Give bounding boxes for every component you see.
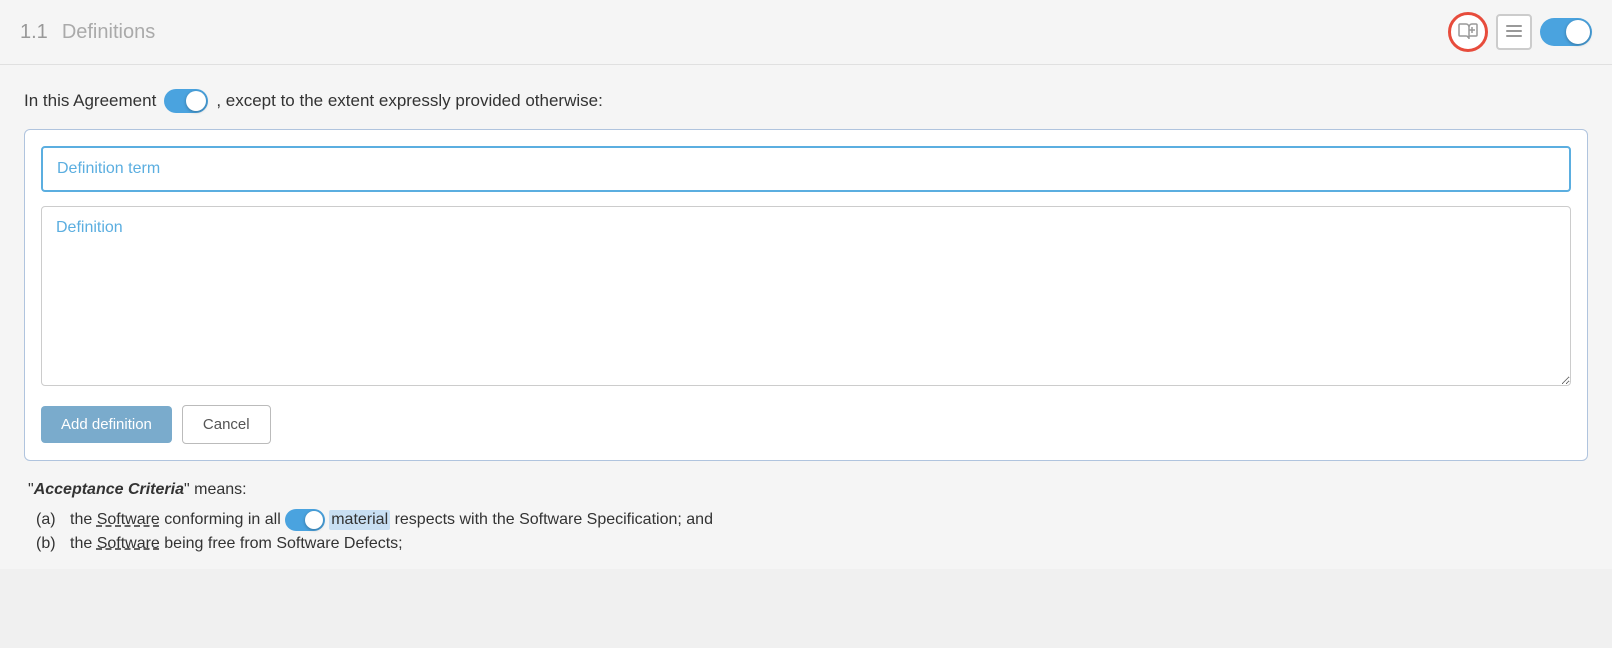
cancel-button[interactable]: Cancel (182, 405, 271, 444)
software-link-a: Software (97, 511, 160, 528)
means-text: " means: (184, 481, 247, 498)
intro-toggle[interactable] (164, 89, 208, 113)
software-link-b: Software (97, 535, 160, 552)
definition-term-input[interactable] (41, 146, 1571, 192)
section-header: 1.1 Definitions (0, 0, 1612, 65)
definition-sub-b: (b) the Software being free from Softwar… (28, 535, 1584, 553)
sub-label-a: (a) (36, 511, 56, 529)
form-buttons: Add definition Cancel (41, 405, 1571, 444)
section-number-title: 1.1 Definitions (20, 21, 155, 44)
list-icon-button[interactable] (1496, 14, 1532, 50)
definitions-content: "Acceptance Criteria" means: (a) the Sof… (24, 481, 1588, 553)
sub-label-b: (b) (36, 535, 56, 553)
section-title: Definitions (62, 21, 155, 44)
intro-text-before: In this Agreement (24, 91, 156, 111)
sub-text-b: the Software being free from Software De… (70, 535, 403, 553)
definition-form-box: Add definition Cancel (24, 129, 1588, 461)
definition-term: Acceptance Criteria (34, 481, 184, 498)
definition-entry: "Acceptance Criteria" means: (28, 481, 1584, 499)
header-toggle[interactable] (1540, 18, 1592, 46)
material-word: material (329, 510, 390, 530)
definition-sub-a: (a) the Software conforming in all mater… (28, 509, 1584, 531)
add-definition-button[interactable]: Add definition (41, 406, 172, 443)
page-container: 1.1 Definitions (0, 0, 1612, 569)
definition-text-area[interactable] (41, 206, 1571, 386)
sub-text-a: the Software conforming in all material … (70, 509, 713, 531)
add-to-book-icon-button[interactable] (1448, 12, 1488, 52)
main-content: In this Agreement , except to the extent… (0, 65, 1612, 569)
intro-text-after: , except to the extent expressly provide… (216, 91, 602, 111)
header-icons (1448, 12, 1592, 52)
material-toggle[interactable] (285, 509, 325, 531)
intro-line: In this Agreement , except to the extent… (24, 89, 1588, 113)
section-number: 1.1 (20, 21, 48, 44)
